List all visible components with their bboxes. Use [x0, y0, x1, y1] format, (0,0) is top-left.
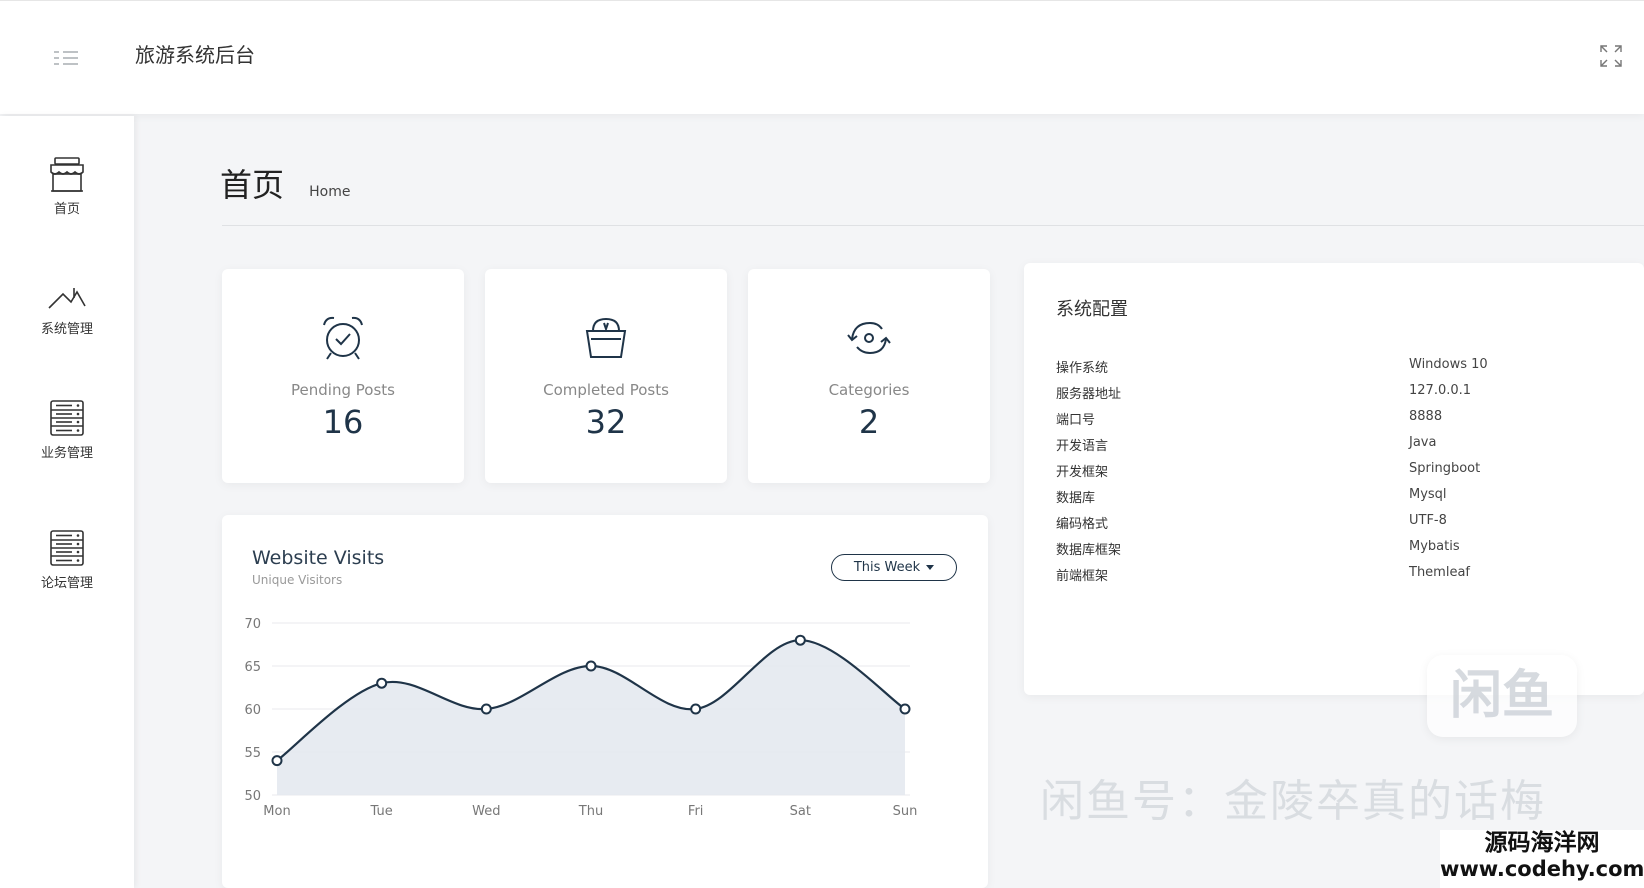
x-tick-label: Mon: [263, 804, 290, 819]
watermark-site-name: 源码海洋网: [1484, 830, 1600, 856]
website-visits-card: Website Visits Unique Visitors This Week…: [222, 515, 988, 888]
data-point: [899, 703, 911, 715]
stat-label: Pending Posts: [291, 381, 395, 399]
config-value: 8888: [1409, 409, 1443, 424]
config-value: Mysql: [1409, 487, 1447, 502]
page-title: 首页: [220, 166, 285, 204]
data-point: [271, 755, 283, 767]
stat-card-categories: Categories 2: [748, 269, 990, 483]
config-key: 端口号: [1056, 413, 1096, 428]
alarm-clock-icon: [323, 316, 363, 360]
config-value: Springboot: [1409, 461, 1481, 476]
chart-line-icon: [48, 288, 86, 309]
sidebar-item-label: 系统管理: [40, 322, 93, 337]
y-tick-label: 70: [244, 617, 261, 632]
watermark-logo: 闲鱼: [1427, 655, 1577, 737]
data-point: [480, 703, 492, 715]
config-value: Java: [1409, 435, 1437, 450]
x-tick-label: Sat: [790, 804, 811, 819]
breadcrumb: Home: [309, 184, 351, 200]
sidebar-item-label: 业务管理: [40, 446, 93, 461]
config-value: UTF-8: [1409, 513, 1447, 528]
server-icon: [50, 400, 84, 436]
sidebar: 首页 系统管理 业务管理 论坛管理: [0, 116, 134, 888]
config-row: 数据库 Mysql: [1056, 487, 1616, 513]
stat-value: 32: [585, 403, 627, 441]
data-point: [585, 660, 597, 672]
page-header: 首页 Home: [220, 160, 350, 206]
config-row: 端口号 8888: [1056, 409, 1616, 435]
sidebar-item-business[interactable]: 业务管理: [0, 398, 134, 488]
config-key: 开发框架: [1056, 465, 1109, 480]
config-row: 服务器地址 127.0.0.1: [1056, 383, 1616, 409]
sidebar-item-forum[interactable]: 论坛管理: [0, 528, 134, 618]
fullscreen-icon[interactable]: [1600, 45, 1622, 67]
data-point: [690, 703, 702, 715]
config-value: 127.0.0.1: [1409, 383, 1472, 398]
stat-value: 2: [858, 403, 880, 441]
stat-card-pending: Pending Posts 16: [222, 269, 464, 483]
stat-value: 16: [322, 403, 364, 441]
y-tick-label: 55: [244, 746, 261, 761]
config-key: 服务器地址: [1056, 387, 1122, 402]
system-config-card: 系统配置 操作系统 Windows 10 服务器地址 127.0.0.1 端口号…: [1024, 263, 1644, 695]
app-title: 旅游系统后台: [135, 43, 255, 67]
y-tick-label: 65: [244, 660, 261, 675]
x-tick-label: Sun: [893, 804, 918, 819]
data-point: [376, 677, 388, 689]
x-tick-label: Thu: [578, 804, 603, 819]
store-icon: [50, 157, 84, 192]
config-value: Windows 10: [1409, 357, 1488, 372]
watermark-caption: 闲鱼号：金陵卒真的话梅: [1040, 776, 1546, 827]
config-row: 前端框架 Themleaf: [1056, 565, 1616, 591]
config-row: 开发语言 Java: [1056, 435, 1616, 461]
data-point: [794, 634, 806, 646]
sidebar-item-system[interactable]: 系统管理: [0, 284, 134, 374]
top-bar: 旅游系统后台: [0, 0, 1644, 114]
config-row: 开发框架 Springboot: [1056, 461, 1616, 487]
refresh-icon: [847, 321, 891, 355]
config-row: 编码格式 UTF-8: [1056, 513, 1616, 539]
x-tick-label: Tue: [370, 804, 393, 819]
config-key: 开发语言: [1056, 439, 1109, 454]
config-title: 系统配置: [1056, 299, 1128, 320]
config-value: Themleaf: [1409, 565, 1470, 580]
config-key: 数据库: [1056, 491, 1096, 506]
config-row: 操作系统 Windows 10: [1056, 357, 1616, 383]
x-tick-label: Fri: [688, 804, 704, 819]
stat-card-completed: Completed Posts 32: [485, 269, 727, 483]
stat-label: Completed Posts: [543, 381, 669, 399]
config-key: 编码格式: [1056, 517, 1109, 532]
divider: [222, 225, 1644, 226]
watermark-site: 源码海洋网 www.codehy.com: [1440, 830, 1644, 888]
sidebar-item-label: 首页: [53, 202, 80, 217]
watermark-site-url: www.codehy.com: [1440, 857, 1644, 881]
visits-chart: 50 55 60 65 70 Mon Tue Wed Thu Fri Sat Sun: [244, 617, 918, 819]
config-value: Mybatis: [1409, 539, 1460, 554]
config-key: 前端框架: [1056, 569, 1109, 584]
stat-label: Categories: [828, 381, 910, 399]
basket-icon: [585, 317, 627, 358]
y-tick-label: 50: [244, 789, 261, 804]
config-row: 数据库框架 Mybatis: [1056, 539, 1616, 565]
config-key: 操作系统: [1056, 361, 1109, 376]
sidebar-item-home[interactable]: 首页: [0, 156, 134, 246]
menu-toggle-icon[interactable]: [54, 49, 82, 67]
y-tick-label: 60: [244, 703, 261, 718]
server-icon: [50, 530, 84, 566]
x-tick-label: Wed: [472, 804, 500, 819]
config-key: 数据库框架: [1056, 543, 1122, 558]
sidebar-item-label: 论坛管理: [40, 576, 93, 591]
